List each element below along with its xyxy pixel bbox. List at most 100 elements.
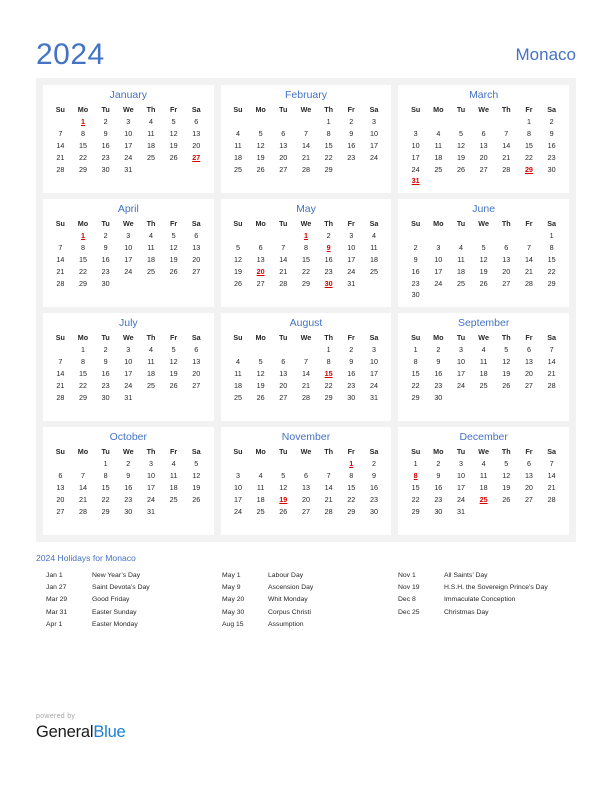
week-row: 3 4 5 6 7 8 9 (227, 470, 386, 482)
day-cell: 5 (481, 243, 486, 253)
day-cell: 26 (192, 494, 201, 504)
day-cell: 23 (101, 152, 110, 162)
day-cell: 27 (256, 278, 265, 288)
day-cell: 3 (235, 471, 240, 481)
legend-item-name: Easter Monday (92, 620, 138, 628)
month-table: Su Mo Tu We Th Fr Sa 1 2 3 4 5 6 7 8 9 10 11 12 13 14 15 16 17 1… (404, 104, 563, 187)
weekday-header: Su (55, 105, 65, 114)
day-cell-holiday: 19 (279, 494, 288, 504)
month-name: February (284, 89, 327, 101)
day-cell-empty (518, 289, 541, 301)
week-row: 1 2 3 4 5 6 7 (404, 344, 563, 356)
day-cell-empty (272, 230, 295, 242)
week-row: 15 16 17 18 19 20 21 (404, 368, 563, 380)
weekday-header: We (122, 219, 134, 228)
day-cell: 3 (349, 231, 354, 241)
day-cell: 1 (103, 459, 108, 469)
legend-item: Dec 8 Immaculate Conception (398, 594, 576, 606)
weekday-header: Sa (547, 219, 557, 228)
week-row: 3 4 5 6 7 8 9 (404, 128, 563, 140)
week-row: 1 2 3 4 5 (49, 458, 208, 470)
day-cell: 20 (301, 494, 310, 504)
weekday-header: Su (411, 333, 421, 342)
day-cell: 10 (124, 357, 133, 367)
day-cell: 16 (101, 254, 110, 264)
weekday-header: Sa (191, 219, 201, 228)
legend-item-name: Good Friday (92, 596, 130, 604)
day-cell: 14 (279, 254, 288, 264)
day-cell-empty (363, 277, 386, 289)
country-title: Monaco (515, 44, 576, 64)
footer: powered by GeneralBlue (36, 712, 126, 742)
day-cell: 1 (413, 459, 418, 469)
day-cell: 30 (547, 164, 556, 174)
day-cell: 2 (349, 117, 354, 127)
day-cell: 1 (326, 117, 331, 127)
weekday-header: Fr (525, 219, 533, 228)
day-cell: 4 (235, 357, 240, 367)
powered-by-label: powered by (36, 713, 76, 720)
week-row: 29 30 (404, 391, 563, 403)
day-cell-empty (495, 230, 518, 242)
day-cell: 24 (347, 266, 356, 276)
week-row: 31 (404, 175, 563, 187)
day-cell: 15 (347, 482, 356, 492)
weekday-header: Mo (433, 219, 444, 228)
day-cell: 24 (456, 380, 465, 390)
day-cell: 26 (169, 152, 178, 162)
day-cell-empty (140, 277, 163, 289)
day-cell-empty (227, 230, 250, 242)
day-cell: 2 (126, 459, 131, 469)
day-cell: 17 (124, 368, 133, 378)
month-name: December (459, 431, 508, 443)
week-row: 17 18 19 20 21 22 23 (227, 493, 386, 505)
day-cell: 7 (549, 345, 554, 355)
weekday-header: Mo (77, 219, 89, 228)
day-cell-holiday: 1 (303, 231, 308, 241)
week-row: 11 12 13 14 15 16 17 (227, 140, 386, 152)
day-cell: 18 (146, 254, 155, 264)
day-cell: 27 (192, 380, 201, 390)
month-card-october: October Su Mo Tu We Th Fr Sa 1 2 3 4 5 6 7 8 9 10 11 12 13 14… (43, 427, 214, 535)
day-cell: 22 (301, 266, 310, 276)
day-cell: 30 (101, 278, 110, 288)
day-cell: 2 (436, 345, 441, 355)
day-cell: 23 (547, 152, 556, 162)
day-cell: 14 (301, 140, 310, 150)
day-cell: 26 (169, 380, 178, 390)
week-row: 7 8 9 10 11 12 13 (49, 356, 208, 368)
day-cell: 3 (126, 231, 131, 241)
day-cell: 6 (504, 243, 509, 253)
legend-item-date: Dec 25 (398, 608, 420, 616)
day-cell: 2 (549, 117, 554, 127)
weekday-header: Su (411, 219, 421, 228)
weekday-header-row: Su Mo Tu We Th Fr Sa (404, 332, 563, 344)
week-row: 30 (404, 289, 563, 301)
day-cell-empty (427, 289, 450, 301)
day-cell: 25 (256, 506, 265, 516)
month-card-may: May Su Mo Tu We Th Fr Sa 1 2 3 4 5 6 7 8 9 10 11 12 13 14 15 16… (220, 199, 392, 307)
day-cell: 30 (101, 164, 110, 174)
day-cell: 20 (279, 152, 288, 162)
week-row: 17 18 19 20 21 22 23 (404, 151, 563, 163)
weekday-header: Tu (456, 447, 466, 456)
day-cell: 8 (326, 129, 331, 139)
day-cell-empty (185, 391, 208, 403)
day-cell: 29 (78, 278, 87, 288)
day-cell: 31 (124, 392, 133, 402)
weekday-header-row: Su Mo Tu We Th Fr Sa (49, 332, 208, 344)
day-cell: 14 (301, 368, 310, 378)
month-table: Su Mo Tu We Th Fr Sa 1 2 3 4 5 6 7 8 9 10 11 12 13 14 15 16 17 1… (49, 332, 208, 403)
week-row: 1 2 3 4 (227, 230, 386, 242)
day-cell-empty (518, 505, 541, 517)
legend-item-date: Apr 1 (46, 620, 63, 628)
weekday-header: Mo (255, 333, 266, 342)
weekday-header-row: Su Mo Tu We Th Fr Sa (404, 218, 563, 230)
day-cell: 30 (434, 506, 443, 516)
week-row: 22 23 24 25 26 27 28 (404, 379, 563, 391)
day-cell: 4 (436, 129, 441, 139)
day-cell: 19 (169, 368, 178, 378)
day-cell: 24 (434, 278, 443, 288)
day-cell: 16 (101, 140, 110, 150)
legend-item: May 30 Corpus Christi (222, 607, 398, 619)
